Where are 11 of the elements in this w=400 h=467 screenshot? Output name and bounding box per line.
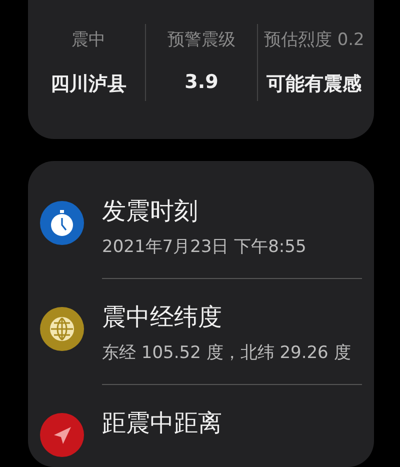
summary-value: 四川泸县 [50, 72, 126, 97]
summary-label: 预警震级 [167, 29, 236, 51]
detail-title: 距震中距离 [102, 408, 223, 439]
summary-label: 预估烈度 0.2 [264, 29, 364, 51]
summary-value: 3.9 [184, 71, 218, 93]
detail-value: 2021年7月23日 下午8:55 [102, 236, 308, 258]
summary-value: 可能有震感 [266, 72, 362, 97]
detail-title: 发震时刻 [102, 196, 199, 227]
detail-value: 东经 105.52 度，北纬 29.26 度 [102, 342, 352, 364]
summary-label: 震中 [71, 29, 106, 51]
detail-title: 震中经纬度 [102, 302, 223, 333]
